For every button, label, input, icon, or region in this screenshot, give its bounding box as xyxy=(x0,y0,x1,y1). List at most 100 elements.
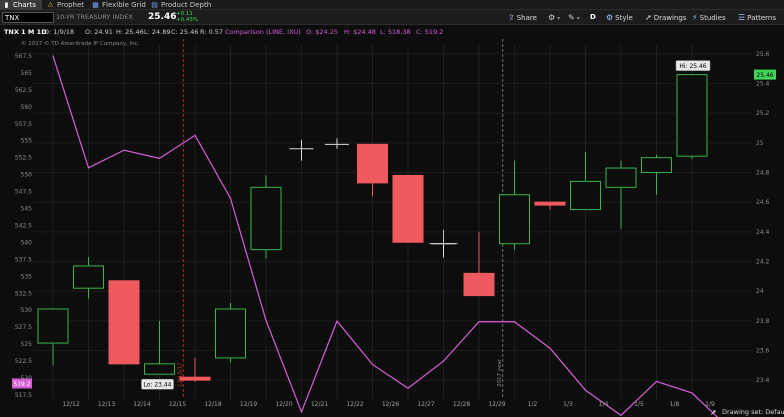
legend-comparison-label: Comparison (LINE, IXU) xyxy=(225,28,301,36)
period-marker-label: 12/18/17 xyxy=(177,362,183,387)
symbol-description: 10-YR TREASURY INDEX xyxy=(56,13,133,21)
comparison-point xyxy=(194,134,196,136)
right-axis-tick-label: 25.2 xyxy=(756,110,770,117)
style-button[interactable]: ⚙ Style xyxy=(606,10,633,25)
warning-icon: ⚠ xyxy=(47,1,54,9)
legend-symbol: TNX 1 M 1D xyxy=(4,28,47,36)
left-axis-tick-label: 532.5 xyxy=(15,290,32,297)
candle-body-up xyxy=(676,74,708,157)
app-tab-bar: ▮ Charts ⚠ Prophet ▦ Flexible Grid ▤ Product… xyxy=(0,0,784,10)
comparison-point xyxy=(371,363,374,366)
period-marker-label: 2017 year xyxy=(497,358,503,387)
chart-toolbar: 10-YR TREASURY INDEX 25.46 +0.11 +0.43% … xyxy=(0,10,784,25)
symbol-input[interactable] xyxy=(2,12,54,23)
candle-body-up xyxy=(144,363,175,375)
right-axis-tick-label: 23.8 xyxy=(756,318,770,325)
x-axis-tick-label: 12/21 xyxy=(311,401,328,408)
copyright-notice: © 2017 © TD Ameritrade IP Company, Inc. xyxy=(21,40,140,47)
candle-body-down xyxy=(108,280,140,365)
comparison-point xyxy=(158,157,161,159)
right-axis-tick-label: 24.8 xyxy=(756,170,770,177)
right-axis-tick-label: 25 xyxy=(756,140,764,147)
comparison-point xyxy=(123,149,125,151)
left-axis-tick-label: 560 xyxy=(21,104,33,111)
candle-body-up xyxy=(250,186,282,251)
comparison-point xyxy=(442,360,445,362)
legend-comp-open: O: $24.25 xyxy=(306,28,338,36)
drawing-set-status[interactable]: ➚ Drawing set: Default xyxy=(710,408,784,417)
x-axis-tick-label: 12/18 xyxy=(204,401,221,408)
pencil-icon: ✎ xyxy=(568,13,575,22)
x-axis-tick-label: 12/22 xyxy=(346,401,363,408)
comparison-point xyxy=(407,387,409,389)
studies-button[interactable]: ⚡ Studies xyxy=(692,10,726,25)
chart-canvas[interactable]: 12/18/17 2017 year 567.5 565 562.5 560 557.5 5… xyxy=(0,25,784,417)
candle-body-down xyxy=(534,201,566,206)
price-change-pct: +0.43% xyxy=(176,17,199,23)
candle-body-up xyxy=(215,308,246,359)
x-axis-tick-label: 1/4 xyxy=(599,401,609,408)
candle-body-up xyxy=(37,308,69,344)
share-icon: ⇪ xyxy=(508,13,515,22)
tab-prophet[interactable]: ⚠ Prophet xyxy=(46,0,84,10)
right-axis-tick-label: 23.6 xyxy=(756,348,770,355)
legend-comp-close: C: 519.2 xyxy=(416,28,443,36)
comparison-point xyxy=(549,347,551,349)
tab-flexible-grid[interactable]: ▦ Flexible Grid xyxy=(91,0,146,10)
left-axis-tick-label: 527.5 xyxy=(15,324,32,331)
chart-icon: ▮ xyxy=(4,1,9,9)
chevron-down-icon: ▾ xyxy=(557,15,561,22)
legend-date: D: 1/9/18 xyxy=(44,28,74,36)
price-chart[interactable]: 12/18/17 2017 year 567.5 565 562.5 560 557.5 5… xyxy=(0,25,784,417)
drawing-tools-button[interactable]: ✎ ▾ xyxy=(568,10,580,25)
left-axis-tick-label: 557.5 xyxy=(15,121,32,128)
style-icon: ⚙ xyxy=(606,13,614,22)
left-axis-tick-label: 565 xyxy=(21,70,33,77)
x-axis-tick-label: 12/19 xyxy=(240,401,257,408)
left-axis-tick-label: 555 xyxy=(21,138,33,145)
x-axis-tick-label: 12/14 xyxy=(133,401,150,408)
legend-close: C: 25.46 xyxy=(171,28,198,36)
cursor-icon: ➚ xyxy=(645,13,652,22)
right-axis-tick-label: 23.4 xyxy=(756,377,770,384)
candle-body-up xyxy=(605,167,637,188)
right-axis-tick-label: 24.2 xyxy=(756,259,770,266)
comparison-point xyxy=(513,321,516,323)
interval-button[interactable]: D xyxy=(590,10,596,25)
grid-icon: ▦ xyxy=(92,1,99,9)
x-axis-tick-label: 12/13 xyxy=(98,401,115,408)
patterns-button[interactable]: ☰ Patterns xyxy=(738,10,776,25)
left-axis-tick-label: 525 xyxy=(21,341,33,348)
comparison-current-value: 519.2 xyxy=(13,381,30,388)
candle-body-down xyxy=(463,272,495,297)
right-axis-tick-label: 24.6 xyxy=(756,199,770,206)
comparison-point xyxy=(87,167,90,169)
drawings-button[interactable]: ➚ Drawings xyxy=(645,10,686,25)
x-axis-tick-label: 12/26 xyxy=(382,401,399,408)
patterns-icon: ☰ xyxy=(738,13,746,22)
candle-body-down xyxy=(179,376,211,381)
right-axis-tick-label: 25.6 xyxy=(756,51,770,58)
x-axis-tick-label: 1/9 xyxy=(705,401,715,408)
x-axis-tick-label: 12/20 xyxy=(275,401,292,408)
tab-charts[interactable]: ▮ Charts xyxy=(0,0,42,10)
left-axis-tick-label: 522.5 xyxy=(15,358,32,365)
left-axis-tick-label: 562.5 xyxy=(15,87,32,94)
tab-product-depth[interactable]: ▤ Product Depth xyxy=(150,0,211,10)
left-axis-tick-label: 530 xyxy=(21,307,33,314)
comparison-point xyxy=(655,380,658,383)
settings-button[interactable]: ⚙ ▾ xyxy=(548,10,560,25)
candle-body-down xyxy=(392,174,424,243)
share-button[interactable]: ⇪ Share xyxy=(508,10,537,25)
x-axis-tick-label: 12/29 xyxy=(488,401,505,408)
comparison-point xyxy=(584,389,587,391)
right-axis-tick-label: 25.4 xyxy=(756,81,770,88)
chevron-down-icon: ▾ xyxy=(576,15,580,22)
left-axis-tick-label: 545 xyxy=(21,206,33,213)
legend-comp-high: H: $24.48 xyxy=(344,28,376,36)
studies-icon: ⚡ xyxy=(692,13,698,22)
drawing-set-label: Drawing set: Default xyxy=(722,408,784,416)
x-axis-tick-label: 12/15 xyxy=(169,401,186,408)
comparison-point xyxy=(300,411,303,413)
left-axis-tick-label: 567.5 xyxy=(15,53,32,60)
